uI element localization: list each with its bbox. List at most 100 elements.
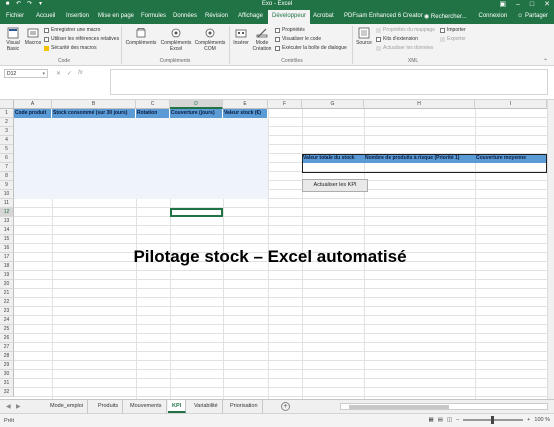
zoom-in-icon[interactable]: + (527, 417, 530, 423)
sheet-tab-produits[interactable]: Produits (94, 400, 124, 413)
row-header[interactable]: 15 (0, 235, 14, 244)
row-header[interactable]: 7 (0, 163, 14, 172)
cancel-icon[interactable]: ✕ (56, 70, 61, 77)
zoom-knob[interactable] (491, 416, 495, 424)
page-break-icon[interactable]: ◫ (447, 417, 452, 423)
complements-excel-button[interactable]: Compléments Excel (160, 27, 192, 52)
formula-input[interactable] (110, 69, 548, 95)
relative-refs-button[interactable]: Utiliser les références relatives (44, 36, 119, 42)
tab-affichage[interactable]: Affichage (238, 13, 263, 19)
row-header[interactable]: 17 (0, 253, 14, 262)
tab-formules[interactable]: Formules (141, 13, 166, 19)
row-header[interactable]: 21 (0, 289, 14, 298)
row-header[interactable]: 16 (0, 244, 14, 253)
tab-mise-en-page[interactable]: Mise en page (98, 13, 134, 19)
row-header[interactable]: 13 (0, 217, 14, 226)
selected-cell[interactable] (170, 208, 223, 217)
zoom-out-icon[interactable]: – (456, 417, 459, 423)
name-box[interactable]: D12 ▾ (4, 69, 48, 78)
column-header-h[interactable]: H (364, 100, 475, 109)
macros-button[interactable]: Macros (24, 27, 42, 46)
table-header-couverture[interactable]: Couverture (jours) (170, 109, 223, 118)
tab-acrobat[interactable]: Acrobat (313, 13, 334, 19)
row-header[interactable]: 6 (0, 154, 14, 163)
map-properties-button[interactable]: Propriétés du mappage (376, 27, 435, 33)
view-code-button[interactable]: Visualiser le code (275, 36, 321, 42)
refresh-kpi-button[interactable]: Actualiser les KPI (302, 179, 368, 192)
row-header[interactable]: 14 (0, 226, 14, 235)
row-header[interactable]: 32 (0, 388, 14, 397)
row-header[interactable]: 29 (0, 361, 14, 370)
enter-icon[interactable]: ✓ (67, 70, 72, 77)
row-header[interactable]: 22 (0, 298, 14, 307)
row-header[interactable]: 28 (0, 352, 14, 361)
row-header[interactable]: 31 (0, 379, 14, 388)
properties-button[interactable]: Propriétés (275, 27, 305, 33)
select-all-corner[interactable] (0, 100, 14, 109)
column-header-i[interactable]: I (475, 100, 547, 109)
tab-revision[interactable]: Révision (205, 13, 228, 19)
visual-basic-button[interactable]: Visual Basic (4, 27, 22, 52)
row-header[interactable]: 30 (0, 370, 14, 379)
record-macro-button[interactable]: Enregistrer une macro (44, 27, 100, 33)
column-header-f[interactable]: F (268, 100, 302, 109)
complements-button[interactable]: Compléments (124, 27, 158, 46)
row-header[interactable]: 23 (0, 307, 14, 316)
signin-link[interactable]: Connexion (478, 13, 507, 19)
column-header-c[interactable]: C (136, 100, 170, 109)
column-header-g[interactable]: G (302, 100, 364, 109)
row-header[interactable]: 1 (0, 109, 14, 118)
row-header[interactable]: 20 (0, 280, 14, 289)
product-table-body[interactable] (14, 118, 268, 199)
expansion-packs-button[interactable]: Kits d'extension (376, 36, 418, 42)
row-header[interactable]: 25 (0, 325, 14, 334)
horizontal-scrollbar[interactable] (340, 403, 548, 410)
column-header-b[interactable]: B (52, 100, 136, 109)
row-header[interactable]: 2 (0, 118, 14, 127)
design-mode-button[interactable]: Mode Création (252, 27, 272, 52)
column-header-d[interactable]: D (170, 100, 223, 109)
tab-fichier[interactable]: Fichier (6, 13, 24, 19)
normal-view-icon[interactable]: ▦ (429, 417, 434, 423)
tab-developpeur[interactable]: Développeur (268, 10, 311, 24)
vertical-scrollbar[interactable] (547, 100, 554, 399)
complements-com-button[interactable]: Compléments COM (194, 27, 226, 52)
export-button[interactable]: Exporter (440, 36, 466, 42)
collapse-ribbon-icon[interactable]: ⌃ (543, 58, 548, 65)
kpi-values-box[interactable] (302, 154, 547, 173)
tab-insertion[interactable]: Insertion (66, 13, 89, 19)
row-header[interactable]: 26 (0, 334, 14, 343)
sheet-tab-mode-emploi[interactable]: Mode_emploi (46, 400, 89, 413)
chevron-down-icon[interactable]: ▾ (42, 71, 45, 77)
table-header-stock-consomme[interactable]: Stock consommé (sur 30 jours) (52, 109, 136, 118)
tab-pdfsam[interactable]: PDFsam Enhanced 6 Creator (344, 13, 423, 19)
sheet-tab-mouvements[interactable]: Mouvements (126, 400, 167, 413)
zoom-slider[interactable] (463, 416, 524, 424)
close-icon[interactable]: ✕ (544, 0, 550, 10)
share-button[interactable]: ☺ Partager (517, 13, 548, 19)
insert-control-button[interactable]: Insérer (232, 27, 250, 46)
row-header[interactable]: 19 (0, 271, 14, 280)
row-header[interactable]: 5 (0, 145, 14, 154)
table-header-valeur-stock[interactable]: Valeur stock (€) (223, 109, 268, 118)
sheet-tab-kpi[interactable]: KPI (168, 400, 187, 413)
source-button[interactable]: Source (355, 27, 373, 46)
scrollbar-thumb[interactable] (349, 405, 449, 409)
add-sheet-icon[interactable]: + (281, 402, 290, 411)
macro-security-button[interactable]: Sécurité des macros (44, 45, 97, 51)
tab-donnees[interactable]: Données (173, 13, 197, 19)
row-header[interactable]: 24 (0, 316, 14, 325)
run-dialog-button[interactable]: Exécuter la boîte de dialogue (275, 45, 347, 51)
sheet-tab-priorisation[interactable]: Priorisation (226, 400, 263, 413)
table-header-code-produit[interactable]: Code produit (14, 109, 52, 118)
scroll-tabs-right-icon[interactable]: ▶ (16, 403, 21, 410)
scroll-tabs-left-icon[interactable]: ◀ (6, 403, 11, 410)
table-header-rotation[interactable]: Rotation (136, 109, 170, 118)
tell-me-search[interactable]: ◉ Rechercher... (424, 13, 467, 20)
row-header[interactable]: 27 (0, 343, 14, 352)
column-header-e[interactable]: E (223, 100, 268, 109)
refresh-data-button[interactable]: Actualiser les données (376, 45, 433, 51)
minimize-icon[interactable]: – (516, 0, 520, 10)
tab-accueil[interactable]: Accueil (36, 13, 55, 19)
row-header[interactable]: 18 (0, 262, 14, 271)
